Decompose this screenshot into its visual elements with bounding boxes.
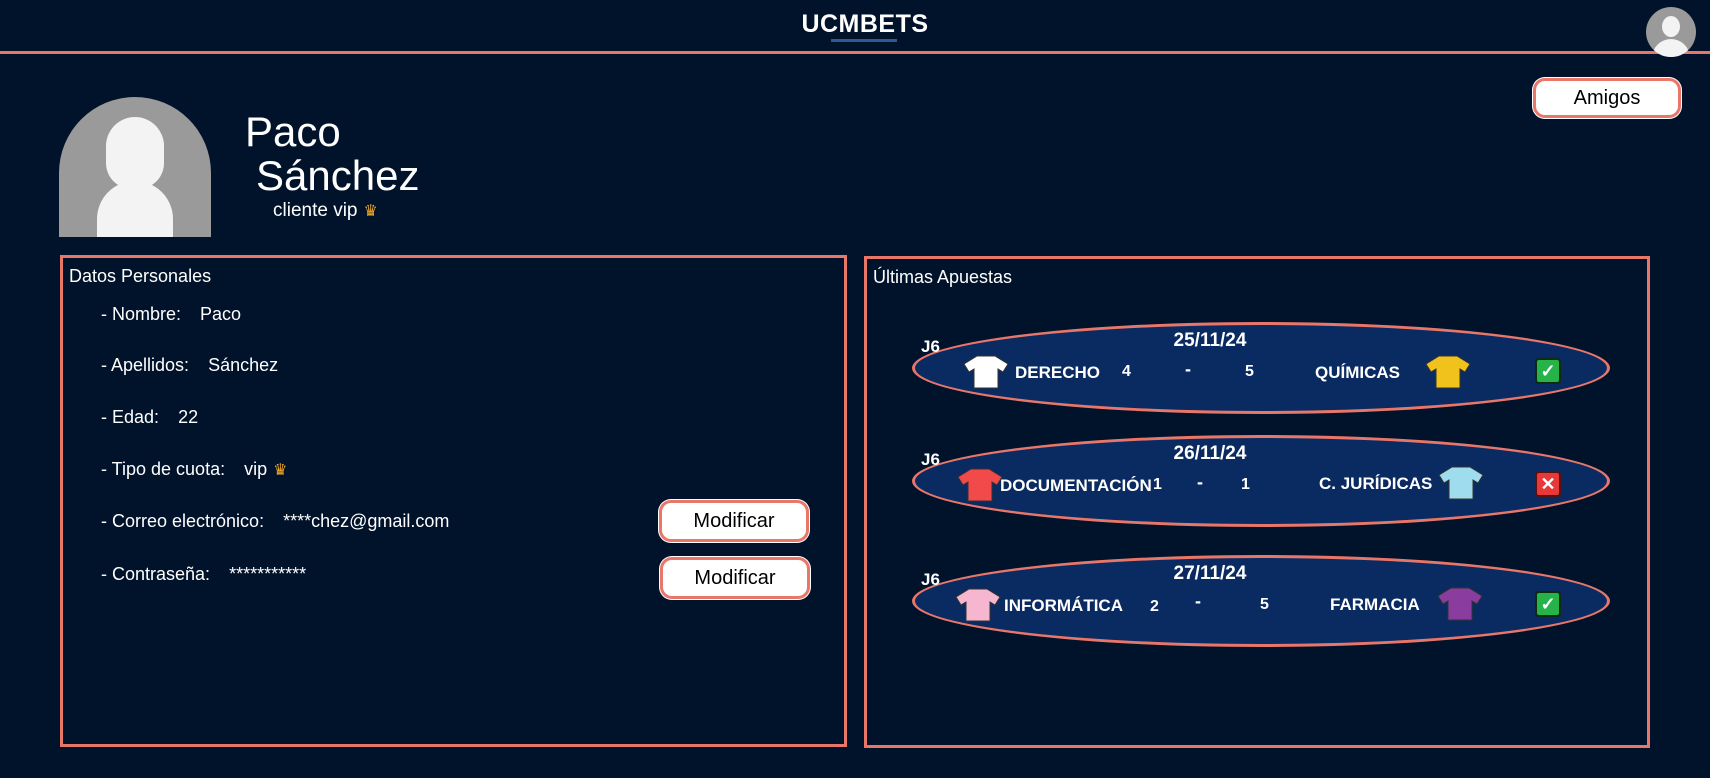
bet-date: 26/11/24 <box>1173 443 1247 464</box>
home-team: INFORMÁTICA <box>1004 596 1123 615</box>
crown-icon: ♛ <box>273 462 288 479</box>
home-team: DOCUMENTACIÓN <box>1000 476 1152 495</box>
home-score: 4 <box>1122 363 1131 380</box>
score-separator: - <box>1185 359 1191 379</box>
field-surname: - Apellidos: Sánchez <box>101 355 279 375</box>
score-separator: - <box>1195 591 1201 611</box>
home-shirt-icon <box>955 588 1001 622</box>
profile-avatar <box>59 97 211 237</box>
field-age: - Edad: 22 <box>101 407 199 427</box>
personal-data-title: Datos Personales <box>69 266 212 286</box>
client-label: cliente <box>273 200 328 221</box>
away-shirt-icon <box>1437 587 1483 621</box>
bet-lost-cross-icon: ✕ <box>1535 471 1561 497</box>
modify-password-button[interactable]: Modificar <box>660 557 810 599</box>
bet-card[interactable]: J6 27/11/24 INFORMÁTICA 2 - 5 FARMACIA ✓ <box>912 555 1610 647</box>
field-tier: - Tipo de cuota: vip ♛ <box>101 459 288 479</box>
modify-email-button[interactable]: Modificar <box>659 500 809 542</box>
user-avatar-icon[interactable] <box>1646 7 1696 57</box>
tier-label: vip <box>333 200 358 221</box>
field-name: - Nombre: Paco <box>101 304 242 324</box>
away-score: 5 <box>1245 363 1254 380</box>
bet-won-check-icon: ✓ <box>1535 591 1561 617</box>
field-password: - Contraseña: *********** <box>101 564 307 584</box>
friends-button[interactable]: Amigos <box>1533 78 1681 118</box>
home-score: 1 <box>1153 476 1162 493</box>
profile-subtitle: cliente vip ♛ <box>273 200 378 222</box>
profile-last-name: Sánchez <box>256 152 420 199</box>
bet-date: 25/11/24 <box>1173 330 1247 351</box>
bet-date: 27/11/24 <box>1173 563 1247 584</box>
away-team: FARMACIA <box>1330 595 1420 614</box>
bet-won-check-icon: ✓ <box>1535 358 1561 384</box>
home-score: 2 <box>1150 598 1159 615</box>
latest-bets-title: Últimas Apuestas <box>873 267 1013 287</box>
app-logo[interactable]: UCMBETS <box>0 10 1710 39</box>
home-team: DERECHO <box>1015 363 1101 382</box>
away-score: 1 <box>1241 476 1250 493</box>
bet-card[interactable]: J6 26/11/24 DOCUMENTACIÓN 1 - 1 C. JURÍD… <box>912 435 1610 527</box>
logo-underline <box>831 39 897 42</box>
away-shirt-icon <box>1438 466 1484 500</box>
profile-first-name: Paco <box>245 108 341 155</box>
away-shirt-icon <box>1425 355 1471 389</box>
away-team: QUÍMICAS <box>1315 363 1400 382</box>
bet-card[interactable]: J6 25/11/24 DERECHO 4 - 5 QUÍMICAS ✓ <box>912 322 1610 414</box>
away-team: C. JURÍDICAS <box>1319 474 1433 493</box>
home-shirt-icon <box>957 468 1003 502</box>
away-score: 5 <box>1260 596 1269 613</box>
latest-bets-panel: Últimas Apuestas J6 25/11/24 DERECHO 4 -… <box>864 256 1650 748</box>
home-shirt-icon <box>963 355 1009 389</box>
crown-icon: ♛ <box>363 203 378 220</box>
personal-data-panel: Datos Personales - Nombre: Paco - Apelli… <box>60 255 847 747</box>
score-separator: - <box>1197 472 1203 492</box>
field-email: - Correo electrónico: ****chez@gmail.com <box>101 511 450 531</box>
